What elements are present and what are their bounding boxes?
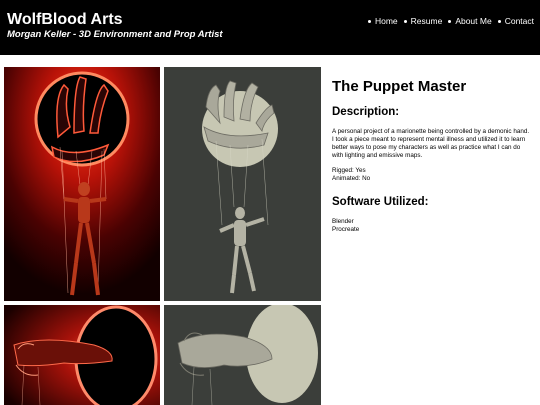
software-item-procreate: Procreate — [332, 226, 360, 233]
nav-item-home[interactable]: Home — [367, 15, 398, 27]
hand-clay-artwork — [164, 305, 321, 405]
gallery-image-puppet-red[interactable] — [4, 67, 160, 301]
hand-red-artwork — [4, 305, 160, 405]
main-nav: Home Resume About Me Contact — [362, 15, 534, 27]
image-gallery — [0, 55, 325, 405]
software-item-blender: Blender — [332, 218, 354, 225]
brand-title[interactable]: WolfBlood Arts — [7, 11, 123, 29]
bullet-icon — [367, 19, 371, 23]
nav-link-about[interactable]: About Me — [455, 15, 491, 27]
gallery-image-hand-red[interactable] — [4, 305, 160, 405]
project-title: The Puppet Master — [332, 78, 467, 95]
nav-link-home[interactable]: Home — [375, 15, 398, 27]
software-heading: Software Utilized: — [332, 196, 429, 208]
software-list: Blender Procreate — [332, 218, 532, 234]
bullet-icon — [497, 19, 501, 23]
nav-item-resume[interactable]: Resume — [403, 15, 443, 27]
bullet-icon — [448, 19, 452, 23]
project-description: A personal project of a marionette being… — [332, 128, 530, 159]
rigged-status: Rigged: Yes — [332, 167, 366, 174]
site-header: WolfBlood Arts Morgan Keller - 3D Enviro… — [0, 0, 540, 55]
description-heading: Description: — [332, 106, 400, 118]
bullet-icon — [403, 19, 407, 23]
nav-item-about[interactable]: About Me — [448, 15, 492, 27]
brand-tagline: Morgan Keller - 3D Environment and Prop … — [7, 29, 223, 40]
project-detail: The Puppet Master Description: A persona… — [332, 78, 532, 234]
puppet-red-artwork — [4, 67, 160, 301]
project-meta: Rigged: Yes Animated: No — [332, 167, 532, 183]
nav-link-contact[interactable]: Contact — [505, 15, 534, 27]
nav-link-resume[interactable]: Resume — [411, 15, 443, 27]
gallery-image-hand-clay[interactable] — [164, 305, 321, 405]
nav-item-contact[interactable]: Contact — [497, 15, 534, 27]
animated-status: Animated: No — [332, 175, 371, 182]
gallery-image-puppet-clay[interactable] — [164, 67, 321, 301]
puppet-clay-artwork — [164, 67, 321, 301]
